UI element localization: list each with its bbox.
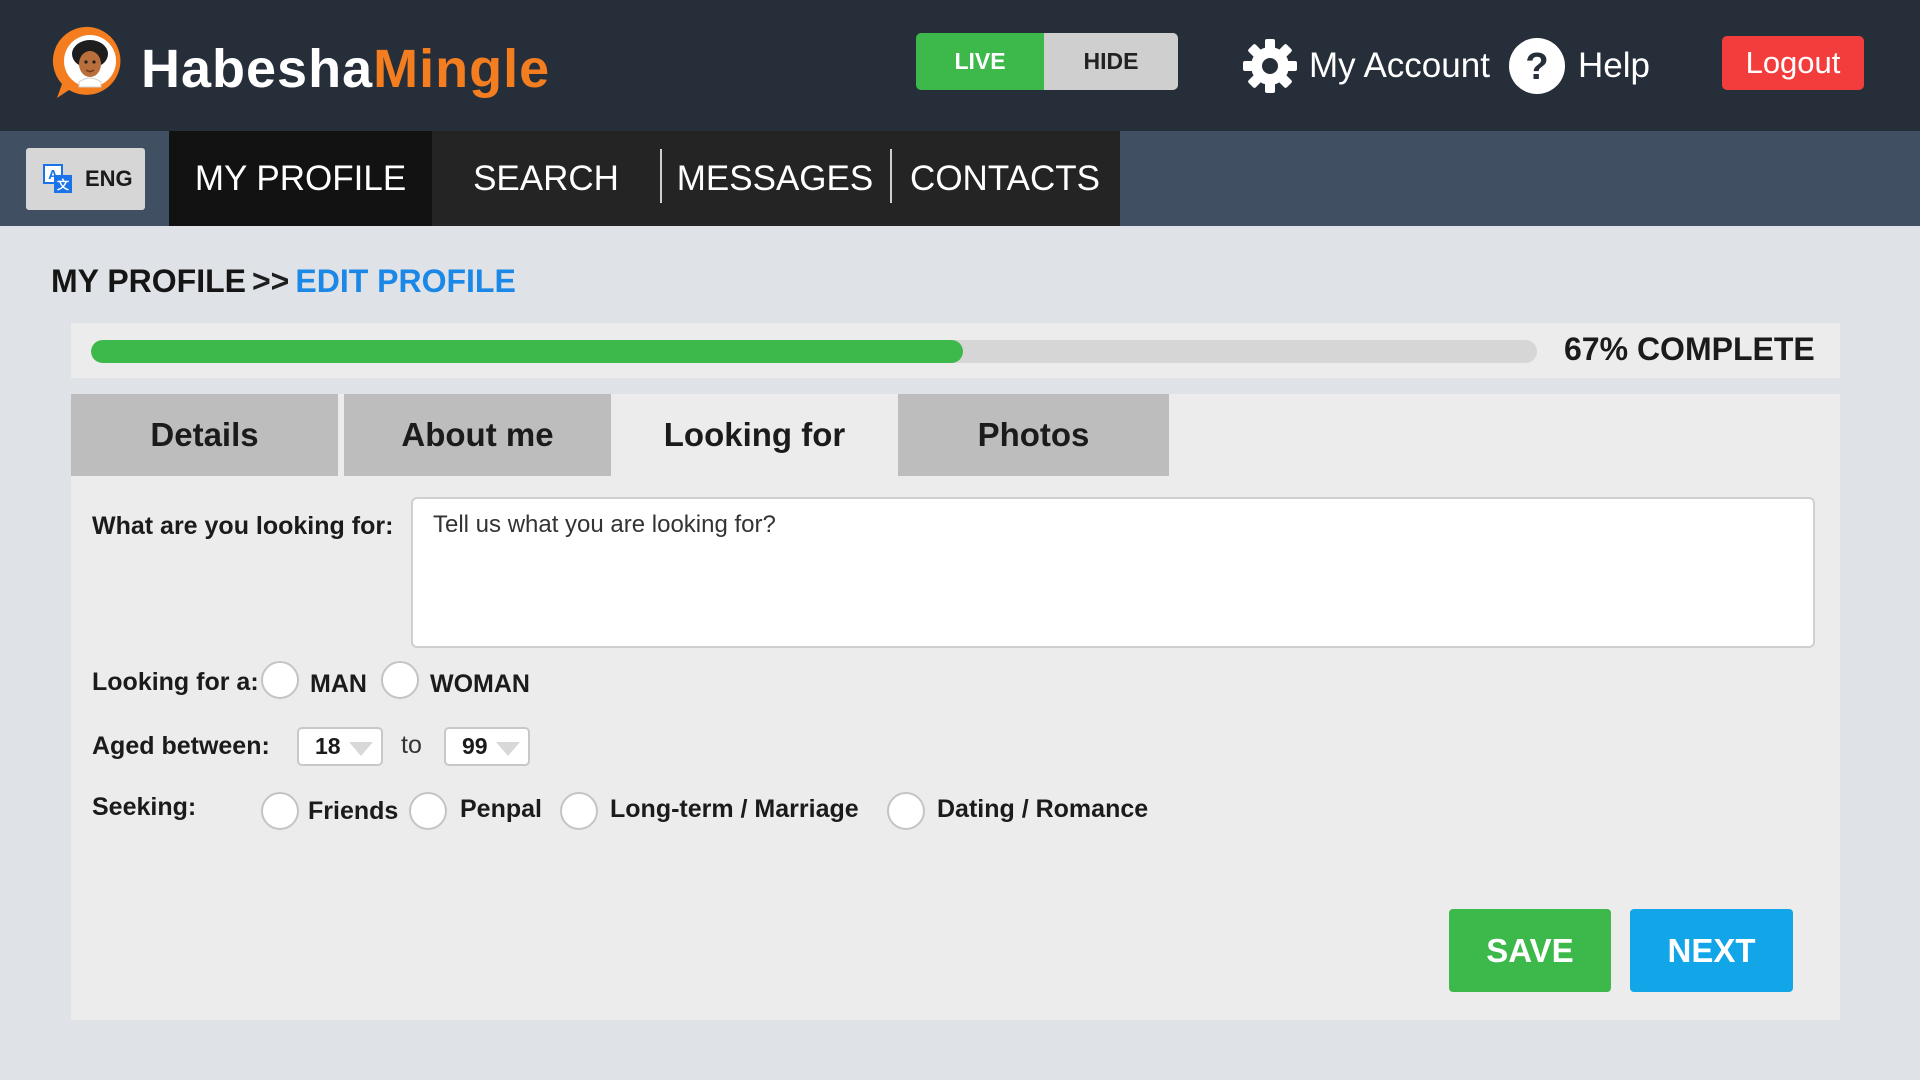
live-toggle-button[interactable]: LIVE [916, 33, 1044, 90]
visibility-toggle[interactable]: LIVE HIDE [916, 33, 1178, 90]
progress-track [91, 340, 1537, 363]
age-to-label: to [401, 731, 422, 759]
gear-icon [1243, 39, 1297, 93]
my-account-label: My Account [1309, 46, 1490, 85]
looking-for-textarea[interactable] [411, 497, 1815, 648]
help-label: Help [1578, 46, 1650, 85]
breadcrumb: MY PROFILE >> EDIT PROFILE [51, 263, 516, 300]
radio-dating-romance[interactable] [887, 792, 925, 830]
option-long-term-marriage-label: Long-term / Marriage [610, 795, 859, 823]
progress-fill [91, 340, 963, 363]
radio-long-term-marriage[interactable] [560, 792, 598, 830]
tab-looking-for[interactable]: Looking for [611, 394, 898, 476]
help-link[interactable]: ? Help [1508, 36, 1650, 96]
nav-tab-search[interactable]: SEARCH [432, 131, 660, 226]
chevron-down-icon [349, 742, 373, 756]
option-man-label: MAN [310, 670, 367, 698]
radio-woman[interactable] [381, 661, 419, 699]
brand-logo-icon[interactable] [51, 24, 129, 102]
radio-friends[interactable] [261, 792, 299, 830]
progress-label: 67% COMPLETE [1564, 331, 1815, 367]
nav-tabs: MY PROFILE SEARCH MESSAGES CONTACTS [169, 131, 1120, 226]
nav-tab-my-profile[interactable]: MY PROFILE [169, 131, 432, 226]
save-button[interactable]: SAVE [1449, 909, 1611, 992]
tab-details[interactable]: Details [71, 394, 338, 476]
tab-about-me[interactable]: About me [344, 394, 611, 476]
age-min-value: 18 [315, 733, 341, 759]
tab-photos[interactable]: Photos [898, 394, 1169, 476]
age-min-select[interactable]: 18 [297, 727, 383, 766]
profile-progress: 67% COMPLETE [71, 323, 1840, 378]
help-icon: ? [1509, 38, 1565, 94]
option-friends-label: Friends [308, 797, 399, 825]
option-dating-romance-label: Dating / Romance [937, 795, 1149, 823]
breadcrumb-current: EDIT PROFILE [295, 263, 516, 299]
brand-name-part1: Habesha [141, 39, 374, 99]
age-max-value: 99 [462, 733, 488, 759]
breadcrumb-parent[interactable]: MY PROFILE [51, 263, 246, 299]
chevron-down-icon [496, 742, 520, 756]
brand-name-part2: Mingle [373, 39, 551, 99]
top-header: HabeshaMingle LIVE HIDE My Account ? Hel… [0, 0, 1920, 131]
nav-tab-contacts[interactable]: CONTACTS [890, 131, 1120, 226]
hide-toggle-button[interactable]: HIDE [1044, 33, 1178, 90]
language-button[interactable]: A 文 ENG [26, 148, 145, 210]
looking-for-label: What are you looking for: [92, 512, 394, 540]
brand-name[interactable]: HabeshaMingle [141, 38, 550, 100]
radio-penpal[interactable] [409, 792, 447, 830]
nav-tab-messages[interactable]: MESSAGES [660, 131, 890, 226]
gender-label: Looking for a: [92, 668, 259, 696]
option-penpal-label: Penpal [460, 795, 542, 823]
option-woman-label: WOMAN [430, 670, 530, 698]
radio-man[interactable] [261, 661, 299, 699]
svg-text:?: ? [1525, 46, 1548, 88]
age-label: Aged between: [92, 732, 270, 760]
edit-profile-panel: Details About me Looking for Photos What… [71, 394, 1840, 1020]
next-button[interactable]: NEXT [1630, 909, 1793, 992]
translate-icon: A 文 [43, 164, 72, 193]
age-max-select[interactable]: 99 [444, 727, 530, 766]
svg-text:文: 文 [57, 177, 70, 192]
logout-button[interactable]: Logout [1722, 36, 1864, 90]
main-nav: A 文 ENG MY PROFILE SEARCH MESSAGES CONTA… [0, 131, 1920, 226]
breadcrumb-separator: >> [251, 263, 290, 299]
my-account-link[interactable]: My Account [1241, 36, 1490, 96]
seeking-label: Seeking: [92, 793, 197, 821]
language-label: ENG [85, 166, 133, 191]
